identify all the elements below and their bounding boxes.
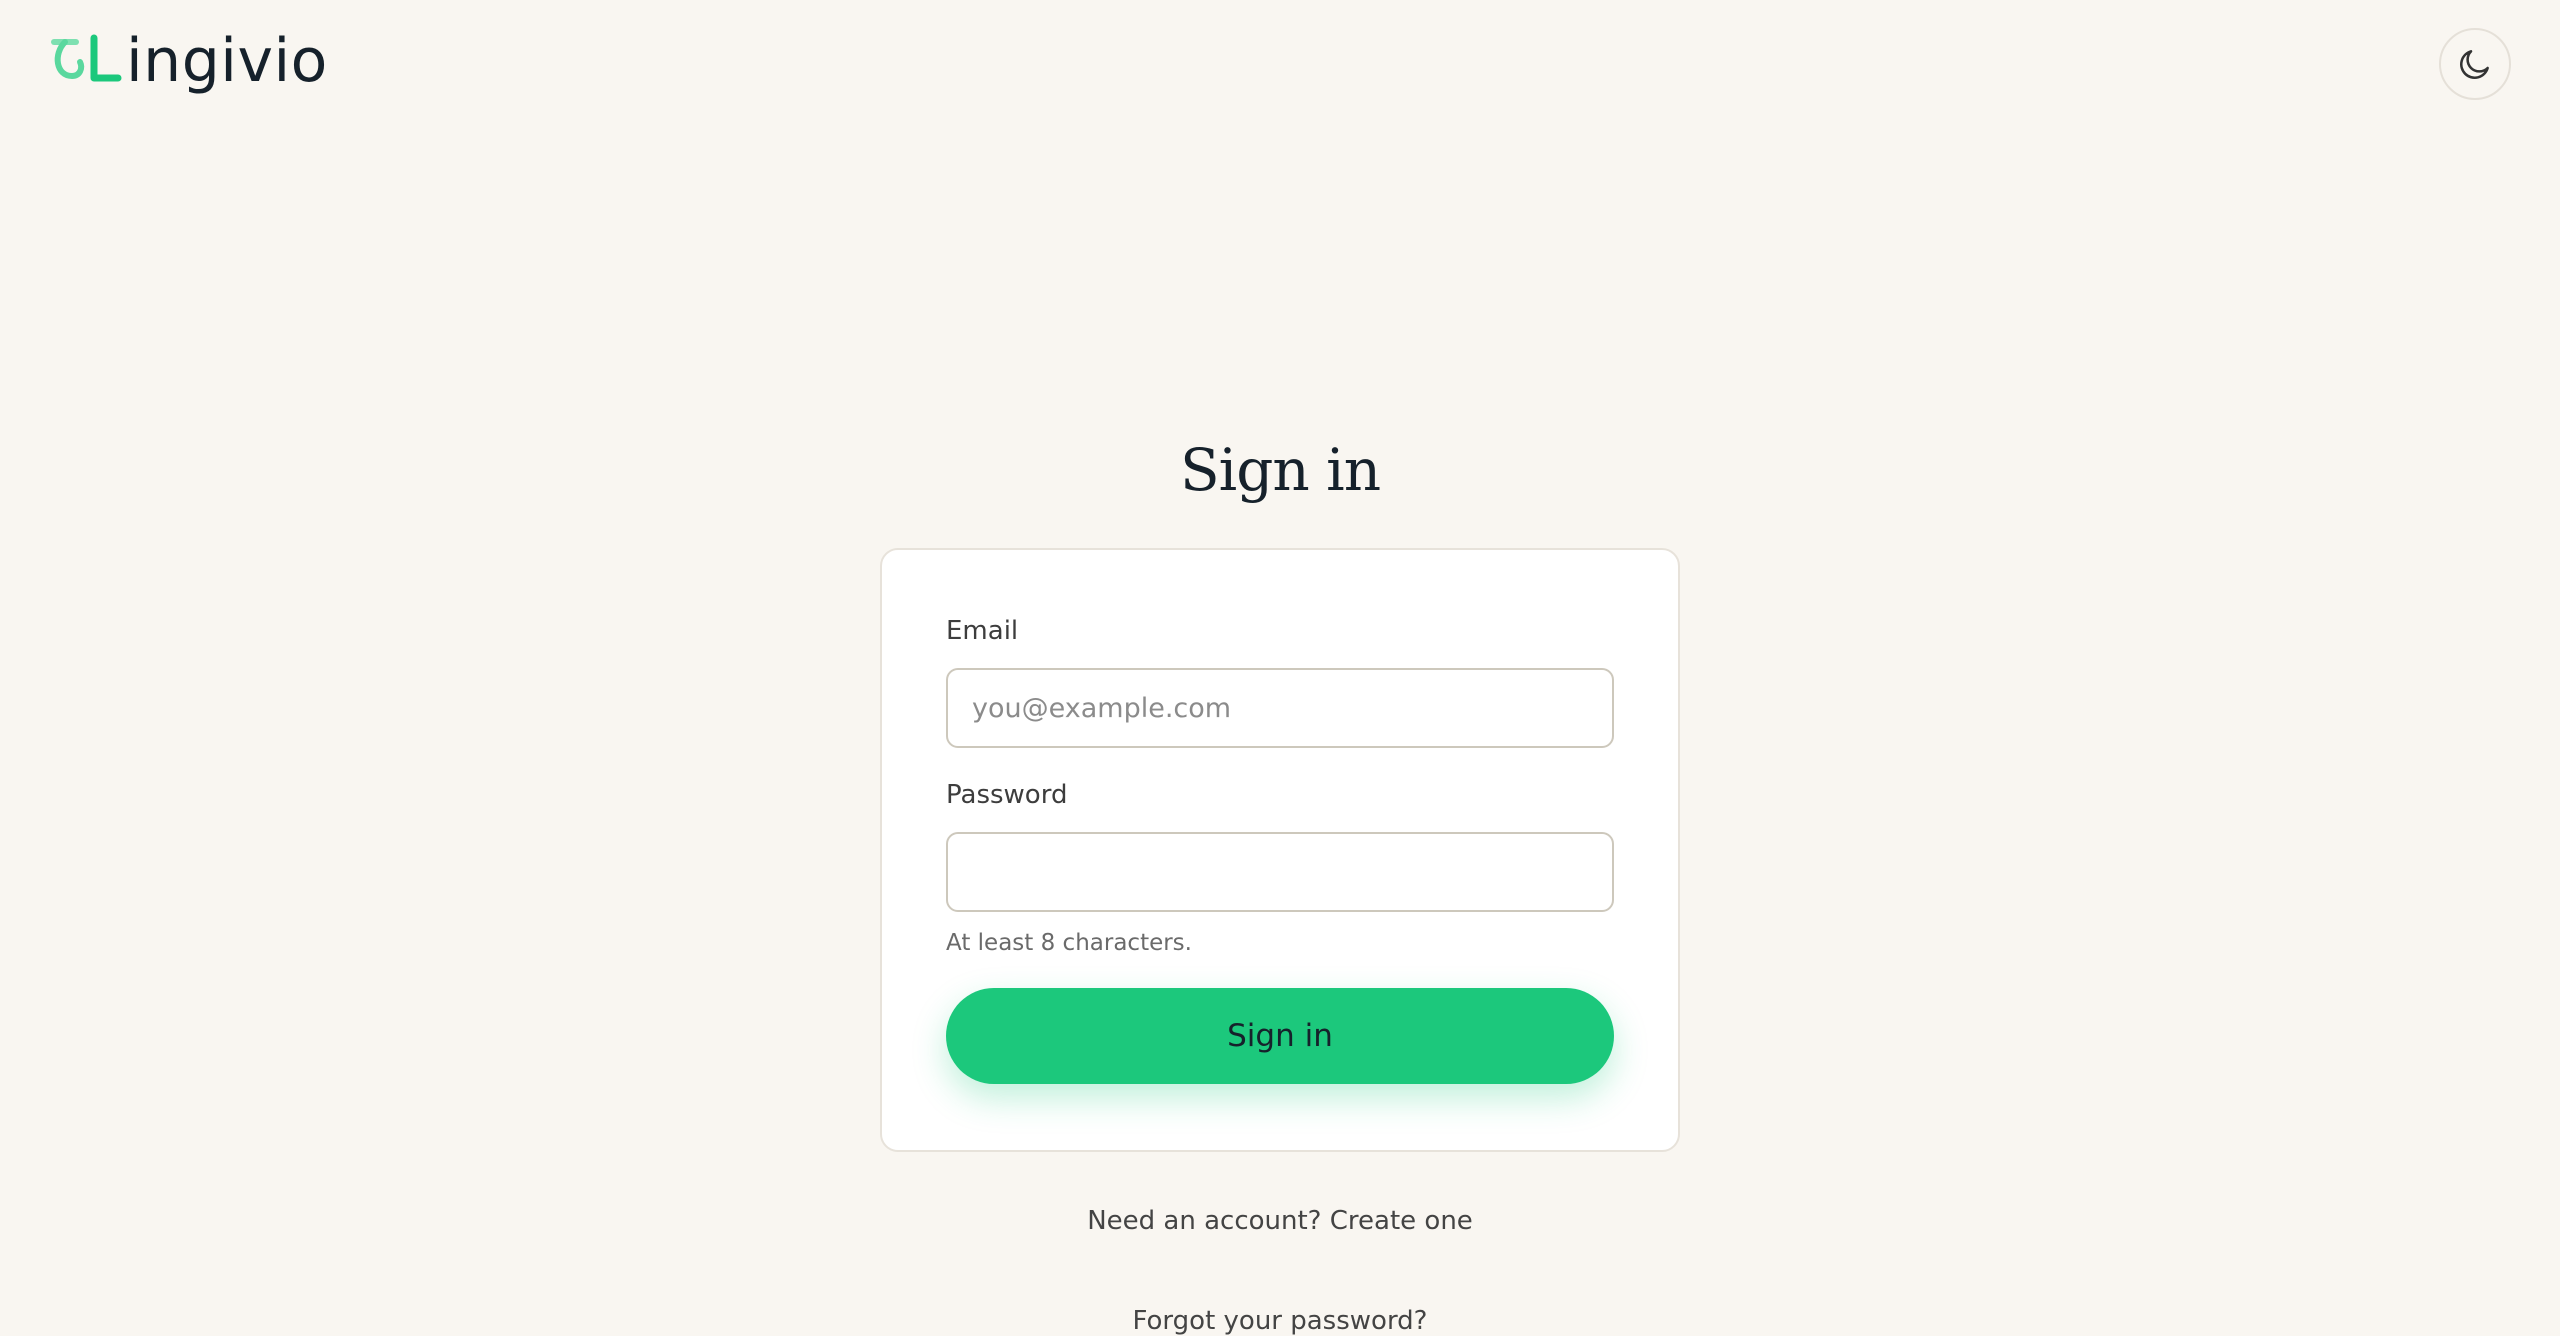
logo-mark-icon	[51, 34, 122, 82]
forgot-password-link[interactable]: Forgot your password?	[1132, 1306, 1427, 1336]
page-title: Sign in	[1179, 436, 1381, 504]
create-account-link[interactable]: Create one	[1330, 1206, 1473, 1236]
password-field[interactable]	[946, 832, 1614, 912]
logo-text: ingivio	[126, 26, 328, 96]
email-field[interactable]	[946, 668, 1614, 748]
moon-icon	[2460, 50, 2489, 79]
password-label: Password	[946, 780, 1068, 810]
account-prompt-line: Need an account? Create one	[0, 1206, 2560, 1236]
email-label: Email	[946, 616, 1019, 646]
sign-in-button[interactable]: Sign in	[946, 988, 1614, 1084]
top-bar: ingivio	[0, 0, 2560, 120]
sign-in-card: Email Password At least 8 characters. Si…	[880, 548, 1680, 1152]
forgot-password-line: Forgot your password?	[0, 1306, 2560, 1336]
password-hint: At least 8 characters.	[946, 930, 1192, 956]
theme-toggle-button[interactable]	[2439, 28, 2511, 100]
lingivio-logo[interactable]: ingivio	[50, 26, 328, 92]
account-prompt-text: Need an account?	[1087, 1206, 1322, 1236]
